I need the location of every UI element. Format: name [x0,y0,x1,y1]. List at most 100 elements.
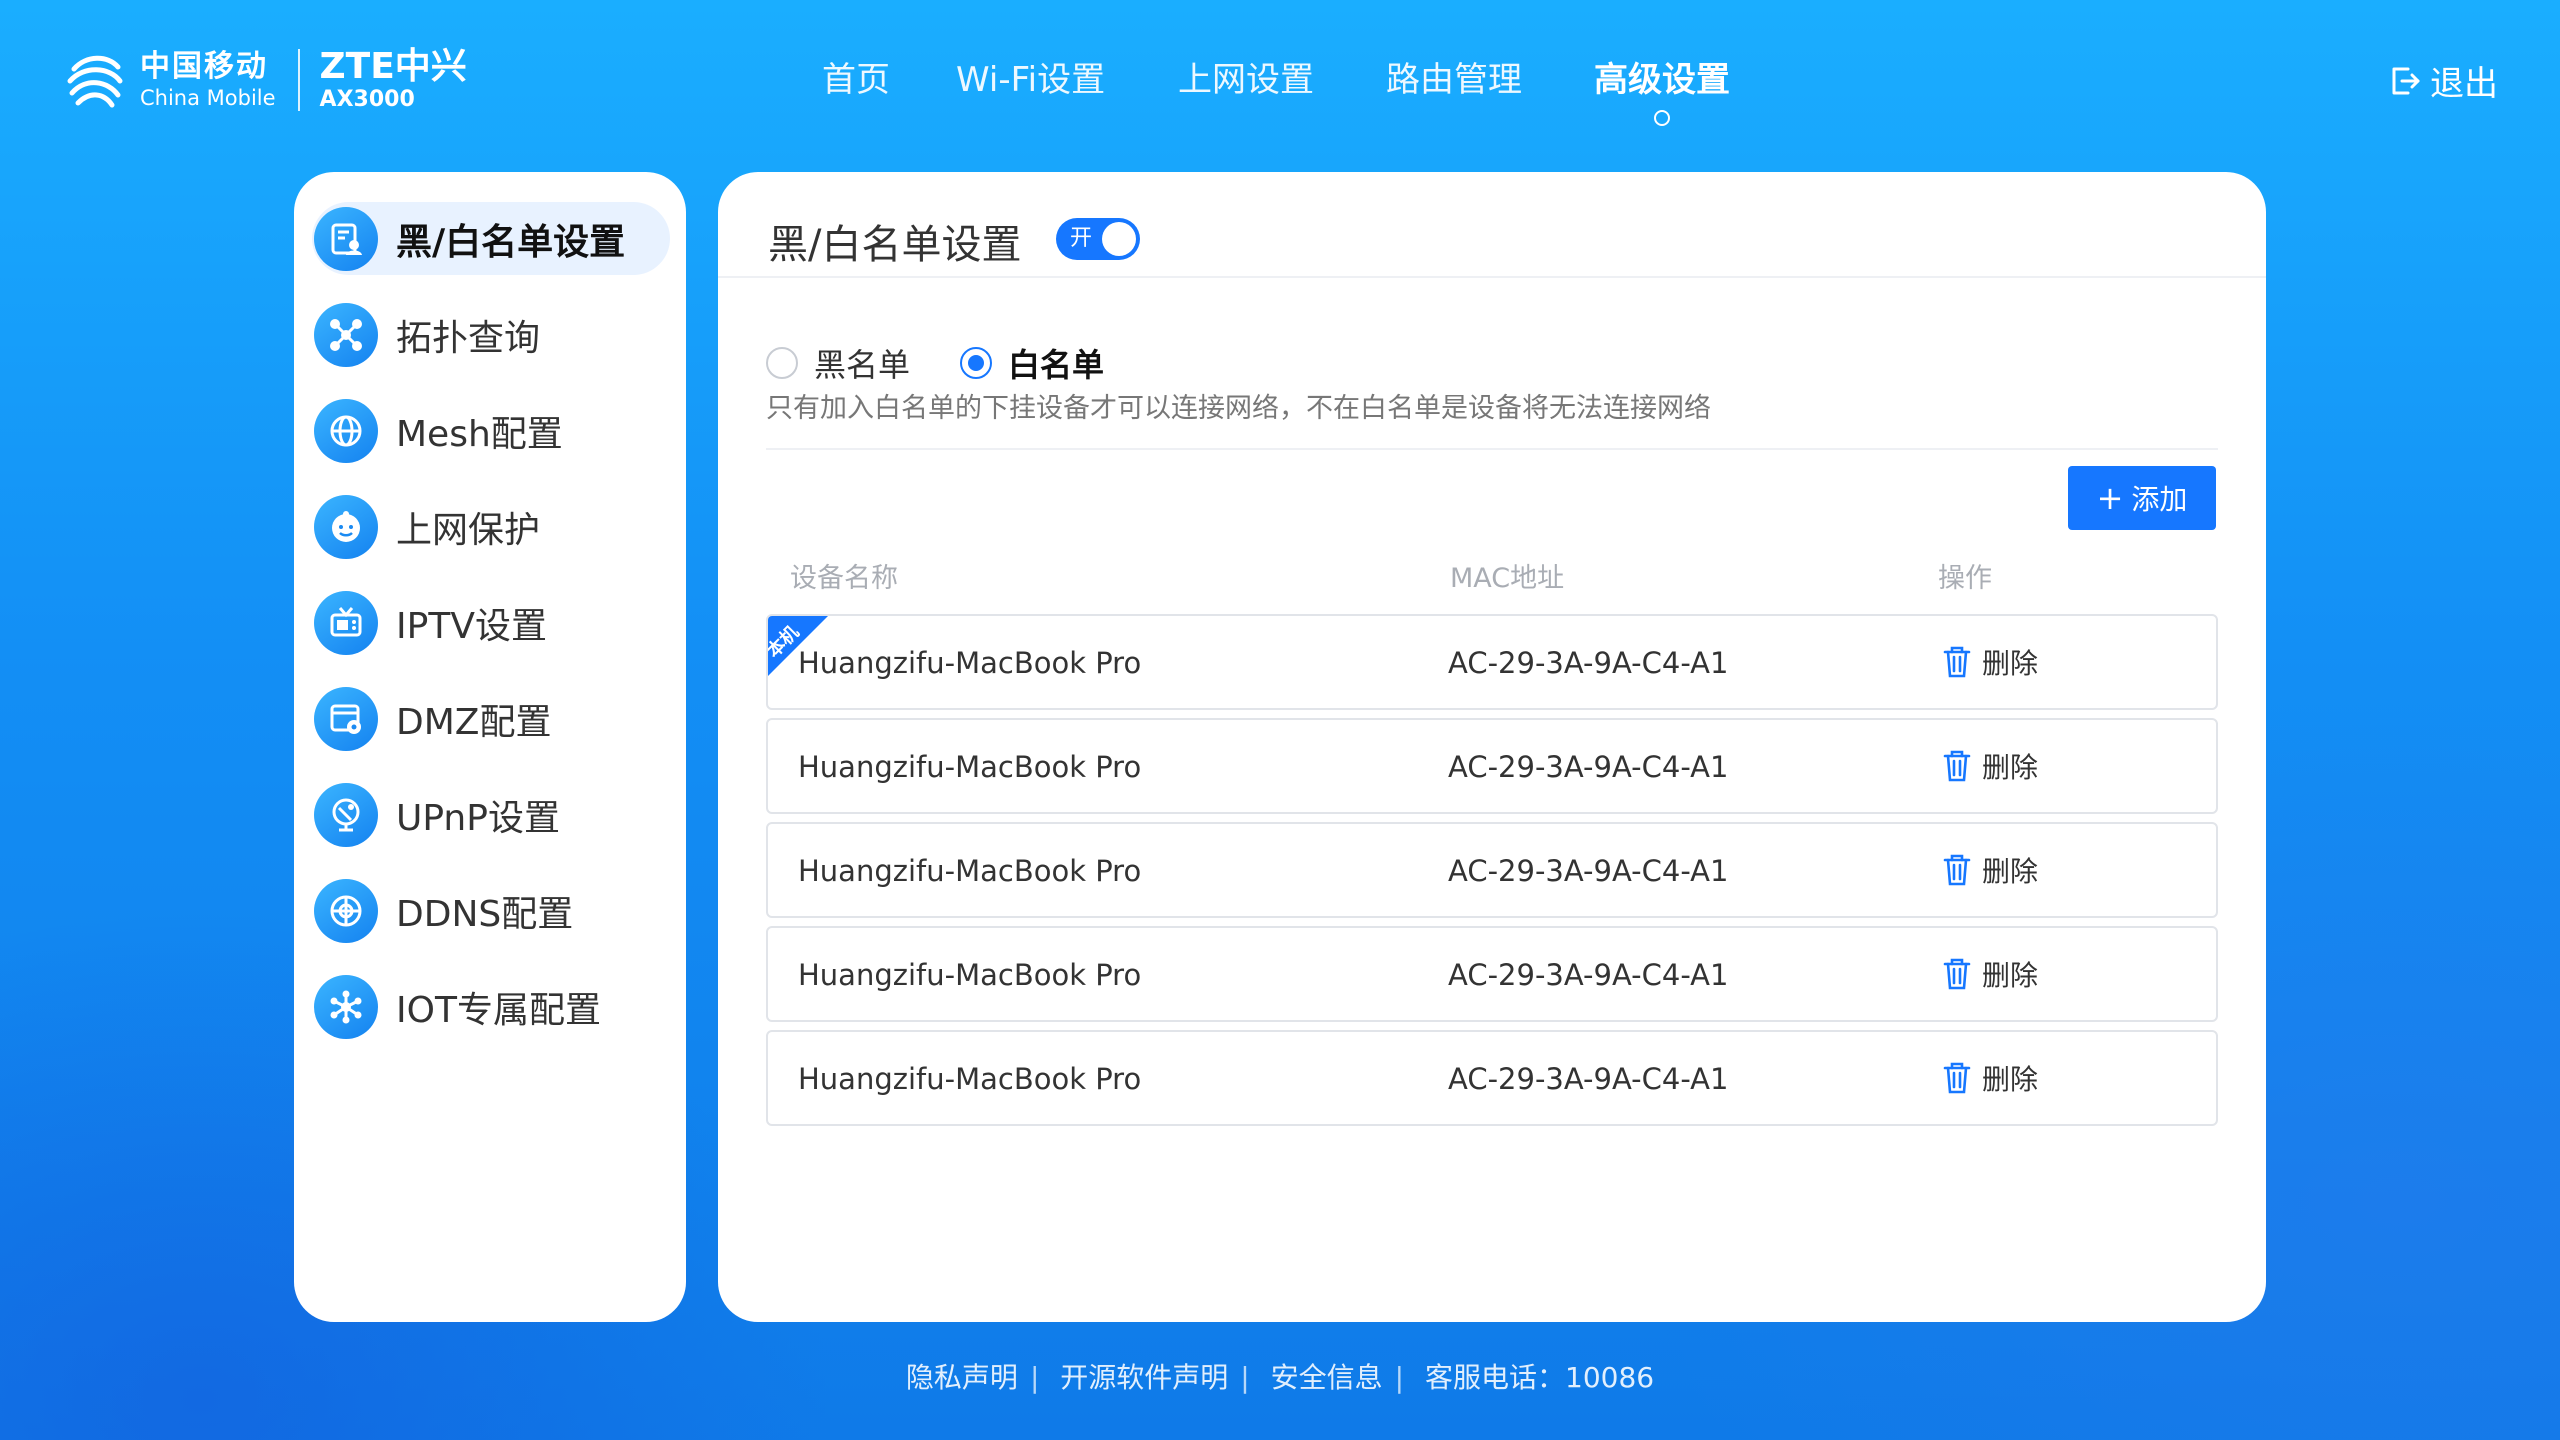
list-mode-selector: 黑名单 白名单 [766,340,1154,386]
sidebar-item-blacklist-whitelist[interactable]: 黑/白名单设置 [312,202,670,275]
nav-advanced-label: 高级设置 [1594,60,1730,100]
tv-icon [314,590,378,655]
trash-icon [1943,1062,1971,1094]
device-mac: AC-29-3A-9A-C4-A1 [1448,1062,1729,1096]
page-footer: 隐私声明 | 开源软件声明 | 安全信息 | 客服电话：10086 [0,1356,2560,1396]
nav-wifi-label: Wi-Fi设置 [956,60,1106,100]
nav-router-label: 路由管理 [1386,60,1522,100]
add-button-label: 添加 [2131,483,2188,516]
active-nav-indicator [1654,110,1670,126]
logout-icon [2392,67,2420,94]
toggle-knob [1102,222,1136,256]
sidebar-label-ddns: DDNS配置 [396,893,574,935]
delete-label: 删除 [1982,1063,2039,1096]
device-mac: AC-29-3A-9A-C4-A1 [1448,646,1729,680]
sidebar-item-iptv[interactable]: IPTV设置 [312,586,670,659]
footer-separator: | [1029,1361,1040,1394]
delete-label: 删除 [1982,647,2039,680]
main-nav: 首页 Wi-Fi设置 上网设置 路由管理 高级设置 [0,52,2560,132]
device-mac: AC-29-3A-9A-C4-A1 [1448,854,1729,888]
blacklist-whitelist-panel: 黑/白名单设置 开 黑名单 白名单 只有加入白名单的下挂设备才可以连接网络，不在… [718,172,2266,1322]
trash-icon [1943,646,1971,678]
window-gear-icon [314,686,378,751]
sidebar-label-upnp: UPnP设置 [396,797,560,839]
col-actions: 操作 [1938,563,1992,594]
sidebar-label-mesh: Mesh配置 [396,413,563,455]
trash-icon [1943,750,1971,782]
table-row: Huangzifu-MacBook Pro AC-29-3A-9A-C4-A1 … [766,822,2218,918]
nav-router-management[interactable]: 路由管理 [1386,52,1522,108]
table-row: Huangzifu-MacBook Pro AC-29-3A-9A-C4-A1 … [766,926,2218,1022]
sidebar-item-mesh[interactable]: Mesh配置 [312,394,670,467]
sidebar-item-iot[interactable]: IOT专属配置 [312,970,670,1043]
logout-label: 退出 [2430,64,2498,104]
table-header: 设备名称 MAC地址 操作 [790,556,2190,596]
delete-button[interactable]: 删除 [1942,746,2038,786]
footer-link-open-source[interactable]: 开源软件声明 [1060,1361,1228,1394]
device-mac: AC-29-3A-9A-C4-A1 [1448,958,1729,992]
footer-hotline: 客服电话：10086 [1425,1361,1655,1394]
nav-home-label: 首页 [822,60,890,100]
device-mac: AC-29-3A-9A-C4-A1 [1448,750,1729,784]
delete-label: 删除 [1982,855,2039,888]
nav-internet-label: 上网设置 [1178,60,1314,100]
sidebar-item-dmz[interactable]: DMZ配置 [312,682,670,755]
delete-button[interactable]: 删除 [1942,954,2038,994]
col-mac-address: MAC地址 [1450,563,1565,594]
iot-hub-icon [314,974,378,1039]
plus-icon: + [2096,479,2124,517]
delete-label: 删除 [1982,751,2039,784]
radio-blacklist-circle [766,347,798,379]
sidebar-label-internet-protection: 上网保护 [396,509,541,551]
radio-whitelist-circle [960,347,993,379]
delete-button[interactable]: 删除 [1942,642,2038,682]
sidebar-label-blacklist-whitelist: 黑/白名单设置 [396,221,626,263]
sidebar-label-iot: IOT专属配置 [396,989,601,1031]
nav-wifi-settings[interactable]: Wi-Fi设置 [956,52,1105,108]
sidebar-item-internet-protection[interactable]: 上网保护 [312,490,670,563]
settings-sidebar: 黑/白名单设置 拓扑查询 Mesh配置 上网保护 IPTV设置 DMZ配置 UP… [294,172,686,1322]
nav-home[interactable]: 首页 [822,52,890,108]
sidebar-item-upnp[interactable]: UPnP设置 [312,778,670,851]
nav-internet-settings[interactable]: 上网设置 [1178,52,1314,108]
mode-description: 只有加入白名单的下挂设备才可以连接网络，不在白名单是设备将无法连接网络 [766,393,1711,424]
delete-button[interactable]: 删除 [1942,850,2038,890]
table-row: 本机 Huangzifu-MacBook Pro AC-29-3A-9A-C4-… [766,614,2218,710]
nav-advanced-settings[interactable]: 高级设置 [1594,52,1730,126]
device-name: Huangzifu-MacBook Pro [798,750,1142,784]
device-name: Huangzifu-MacBook Pro [798,958,1142,992]
radio-whitelist-label: 白名单 [1008,346,1105,384]
footer-link-security[interactable]: 安全信息 [1271,1361,1383,1394]
sidebar-item-topology[interactable]: 拓扑查询 [312,298,670,371]
panel-header: 黑/白名单设置 开 [718,172,2266,278]
footer-separator: | [1394,1361,1405,1394]
footer-separator: | [1240,1361,1250,1394]
trash-icon [1943,854,1971,886]
device-name: Huangzifu-MacBook Pro [798,646,1142,680]
sidebar-label-topology: 拓扑查询 [396,317,541,359]
logout-button[interactable]: 退出 [2388,56,2498,105]
radio-blacklist-label: 黑名单 [814,346,911,384]
radio-whitelist[interactable]: 白名单 [960,340,1104,386]
footer-link-privacy[interactable]: 隐私声明 [906,1361,1018,1394]
topology-icon [314,302,378,367]
sidebar-label-dmz: DMZ配置 [396,701,552,743]
trash-icon [1943,958,1971,990]
globe-icon [314,398,378,463]
radio-blacklist[interactable]: 黑名单 [766,340,910,386]
device-table: 本机 Huangzifu-MacBook Pro AC-29-3A-9A-C4-… [766,614,2218,1134]
toggle-label: 开 [1070,226,1093,251]
table-row: Huangzifu-MacBook Pro AC-29-3A-9A-C4-A1 … [766,718,2218,814]
sidebar-label-iptv: IPTV设置 [396,605,547,647]
delete-button[interactable]: 删除 [1942,1058,2038,1098]
satellite-dish-icon [314,782,378,847]
sidebar-item-ddns[interactable]: DDNS配置 [312,874,670,947]
table-row: Huangzifu-MacBook Pro AC-29-3A-9A-C4-A1 … [766,1030,2218,1126]
delete-label: 删除 [1982,959,2039,992]
device-name: Huangzifu-MacBook Pro [798,1062,1142,1096]
list-user-icon [314,206,378,271]
add-device-button[interactable]: + 添加 [2068,466,2216,530]
enable-toggle[interactable]: 开 [1056,218,1140,260]
col-device-name: 设备名称 [790,563,898,594]
device-name: Huangzifu-MacBook Pro [798,854,1142,888]
